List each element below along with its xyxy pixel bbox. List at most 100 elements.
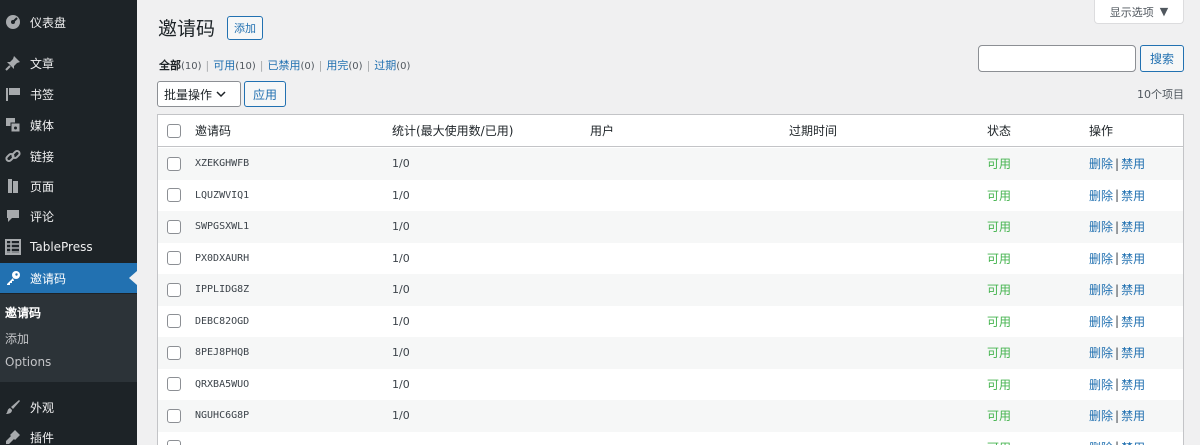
- row-checkbox[interactable]: [167, 314, 181, 329]
- menu-label: 评论: [30, 209, 55, 224]
- submenu-item-invite-codes[interactable]: 邀请码: [5, 304, 41, 321]
- menu-item-media[interactable]: 媒体: [0, 110, 137, 140]
- disable-link[interactable]: 禁用: [1121, 250, 1145, 267]
- delete-link[interactable]: 删除: [1089, 407, 1113, 424]
- menu-item-pages[interactable]: 页面: [0, 171, 137, 201]
- row-checkbox[interactable]: [167, 345, 181, 360]
- column-header-user[interactable]: 用户: [590, 115, 614, 146]
- menu-item-bookmarks[interactable]: 书签: [0, 79, 137, 109]
- filter-disabled[interactable]: 已禁用(0): [268, 59, 315, 72]
- plugin-icon: [5, 429, 21, 445]
- table-row: SWPGSXWL1 1/0 可用 删除 | 禁用: [158, 211, 1183, 243]
- menu-item-invite-codes[interactable]: 邀请码: [0, 263, 137, 293]
- menu-item-plugins[interactable]: 插件: [0, 422, 137, 445]
- invite-code: 8PEJ8PHQB: [195, 347, 250, 359]
- table-header-row: 邀请码 统计(最大使用数/已用) 用户 过期时间 状态 操作: [158, 115, 1183, 147]
- row-actions: 删除|禁用: [1089, 432, 1145, 445]
- disable-link[interactable]: 禁用: [1121, 344, 1145, 361]
- delete-link[interactable]: 删除: [1089, 250, 1113, 267]
- filter-label: 全部: [159, 59, 181, 72]
- delete-link[interactable]: 删除: [1089, 313, 1113, 330]
- search-input[interactable]: [978, 45, 1136, 72]
- media-icon: [5, 117, 21, 133]
- usage-stats: 1/0: [392, 314, 410, 328]
- menu-item-posts[interactable]: 文章: [0, 48, 137, 78]
- usage-stats: 1/0: [392, 220, 410, 234]
- filter-used-up[interactable]: 用完(0): [326, 59, 362, 72]
- table-row: LQUZWVIQ1 1/0 可用 删除 | 禁用: [158, 180, 1183, 212]
- column-header-stats[interactable]: 统计(最大使用数/已用): [392, 115, 513, 146]
- delete-link[interactable]: 删除: [1089, 187, 1113, 204]
- disable-link[interactable]: 禁用: [1121, 155, 1145, 172]
- filter-available[interactable]: 可用(10): [213, 59, 256, 72]
- status-badge: 可用: [987, 220, 1012, 235]
- disable-link[interactable]: 禁用: [1121, 218, 1145, 235]
- filter-count: (0): [348, 61, 363, 72]
- row-checkbox[interactable]: [167, 282, 181, 297]
- delete-link[interactable]: 删除: [1089, 439, 1113, 445]
- delete-link[interactable]: 删除: [1089, 155, 1113, 172]
- menu-label: 文章: [30, 56, 55, 71]
- dashboard-icon: [5, 14, 21, 30]
- admin-sidebar: 仪表盘 文章 书签 媒体 链接 页面 评论 TablePress 邀请码 邀请码…: [0, 0, 137, 445]
- items-count: 10个项目: [1137, 88, 1184, 101]
- invite-code: DEBC82OGD: [195, 315, 250, 327]
- bulk-actions-select[interactable]: 批量操作: [157, 81, 241, 107]
- usage-stats: 1/0: [392, 346, 410, 360]
- invite-code: IPPLIDG8Z: [195, 284, 250, 296]
- menu-item-tablepress[interactable]: TablePress: [0, 232, 137, 262]
- row-checkbox[interactable]: [167, 219, 181, 234]
- disable-link[interactable]: 禁用: [1121, 407, 1145, 424]
- delete-link[interactable]: 删除: [1089, 344, 1113, 361]
- search-button[interactable]: 搜索: [1140, 45, 1184, 72]
- status-badge: 可用: [987, 188, 1012, 203]
- disable-link[interactable]: 禁用: [1121, 439, 1145, 445]
- column-header-status[interactable]: 状态: [987, 115, 1011, 146]
- submenu-item-add[interactable]: 添加: [5, 330, 29, 347]
- row-checkbox[interactable]: [167, 156, 181, 171]
- usage-stats: 1/0: [392, 283, 410, 297]
- screen-options-button[interactable]: 显示选项 ▼: [1094, 0, 1184, 24]
- delete-link[interactable]: 删除: [1089, 281, 1113, 298]
- filter-all[interactable]: 全部(10): [159, 59, 202, 72]
- menu-label: 外观: [30, 400, 55, 415]
- row-checkbox[interactable]: [167, 408, 181, 423]
- disable-link[interactable]: 禁用: [1121, 187, 1145, 204]
- disable-link[interactable]: 禁用: [1121, 281, 1145, 298]
- menu-item-dashboard[interactable]: 仪表盘: [0, 7, 137, 37]
- menu-item-appearance[interactable]: 外观: [0, 392, 137, 422]
- delete-link[interactable]: 删除: [1089, 218, 1113, 235]
- select-all-checkbox[interactable]: [167, 123, 181, 138]
- filter-expired[interactable]: 过期(0): [374, 59, 410, 72]
- invite-code: SWPGSXWL1: [195, 221, 250, 233]
- column-header-expires[interactable]: 过期时间: [789, 115, 837, 146]
- invite-code: QRXBA5WUO: [195, 378, 250, 390]
- filter-count: (0): [300, 61, 315, 72]
- menu-item-links[interactable]: 链接: [0, 141, 137, 171]
- row-checkbox[interactable]: [167, 188, 181, 203]
- submenu-item-options[interactable]: Options: [5, 355, 51, 369]
- table-icon: [5, 239, 21, 255]
- status-badge: 可用: [987, 377, 1012, 392]
- column-header-code[interactable]: 邀请码: [195, 115, 231, 146]
- status-badge: 可用: [987, 283, 1012, 298]
- row-checkbox[interactable]: [167, 440, 181, 445]
- status-badge: 可用: [987, 157, 1012, 172]
- disable-link[interactable]: 禁用: [1121, 313, 1145, 330]
- table-row: PX0DXAURH 1/0 可用 删除 | 禁用: [158, 243, 1183, 275]
- apply-button[interactable]: 应用: [244, 81, 286, 107]
- column-header-actions: 操作: [1089, 124, 1114, 138]
- delete-link[interactable]: 删除: [1089, 376, 1113, 393]
- main-content: 显示选项 ▼ 邀请码 添加 全部(10) | 可用(10) | 已禁用(0) | 用完(0)…: [137, 0, 1200, 445]
- caret-down-icon: ▼: [1159, 5, 1169, 18]
- invite-code: NGUHC6G8P: [195, 410, 250, 422]
- bulk-actions-value: 批量操作: [164, 87, 213, 102]
- disable-link[interactable]: 禁用: [1121, 376, 1145, 393]
- add-new-button[interactable]: 添加: [227, 16, 263, 40]
- row-checkbox[interactable]: [167, 377, 181, 392]
- menu-label: TablePress: [30, 240, 93, 254]
- filter-label: 过期: [374, 59, 397, 72]
- table-row: IPPLIDG8Z 1/0 可用 删除 | 禁用: [158, 274, 1183, 306]
- row-checkbox[interactable]: [167, 251, 181, 266]
- menu-item-comments[interactable]: 评论: [0, 201, 137, 231]
